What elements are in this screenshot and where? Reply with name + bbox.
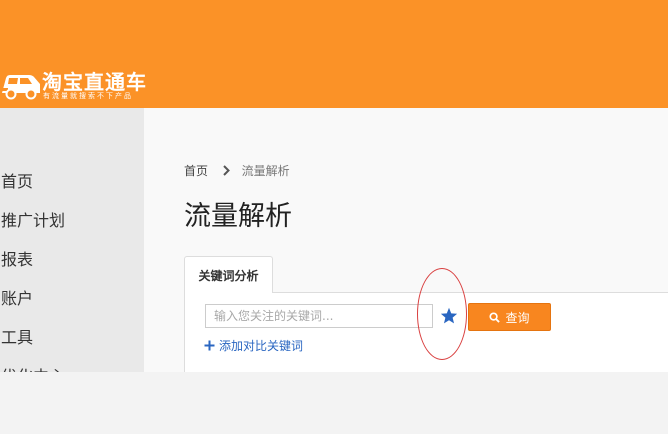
car-logo-icon [0, 75, 40, 100]
breadcrumb-current: 流量解析 [241, 164, 290, 178]
sidebar-item-home[interactable]: 首页 [1, 168, 33, 192]
logo[interactable]: 淘宝直通车 有流量就搜索不下产品 [0, 64, 160, 104]
page-title: 流量解析 [184, 201, 292, 232]
chevron-right-icon [223, 165, 230, 176]
main-content: 首页 流量解析 流量解析 关键词分析 查询 添加对比关键词 [144, 108, 668, 372]
sidebar-item-optimization-center[interactable]: 优化中心 [1, 363, 65, 372]
add-compare-keyword-label: 添加对比关键词 [219, 339, 304, 353]
header-bar: 淘宝直通车 有流量就搜索不下产品 [0, 0, 668, 108]
sidebar: 首页 推广计划 报表 账户 工具 优化中心 [0, 108, 144, 372]
search-icon [489, 311, 501, 323]
keyword-search-input[interactable] [205, 304, 433, 328]
plus-icon [204, 340, 215, 351]
sidebar-item-promotion-plan[interactable]: 推广计划 [1, 207, 65, 231]
query-button-label: 查询 [505, 310, 530, 325]
sidebar-item-tools[interactable]: 工具 [1, 324, 33, 348]
tab-keyword-analysis[interactable]: 关键词分析 [184, 256, 273, 293]
sidebar-item-reports[interactable]: 报表 [1, 246, 33, 270]
logo-slogan: 有流量就搜索不下产品 [43, 92, 133, 100]
breadcrumb-home[interactable]: 首页 [184, 164, 208, 178]
star-icon[interactable] [440, 307, 458, 324]
query-button[interactable]: 查询 [468, 303, 551, 331]
sidebar-item-account[interactable]: 账户 [1, 285, 33, 309]
breadcrumb: 首页 流量解析 [184, 162, 290, 179]
add-compare-keyword-link[interactable]: 添加对比关键词 [204, 337, 303, 354]
